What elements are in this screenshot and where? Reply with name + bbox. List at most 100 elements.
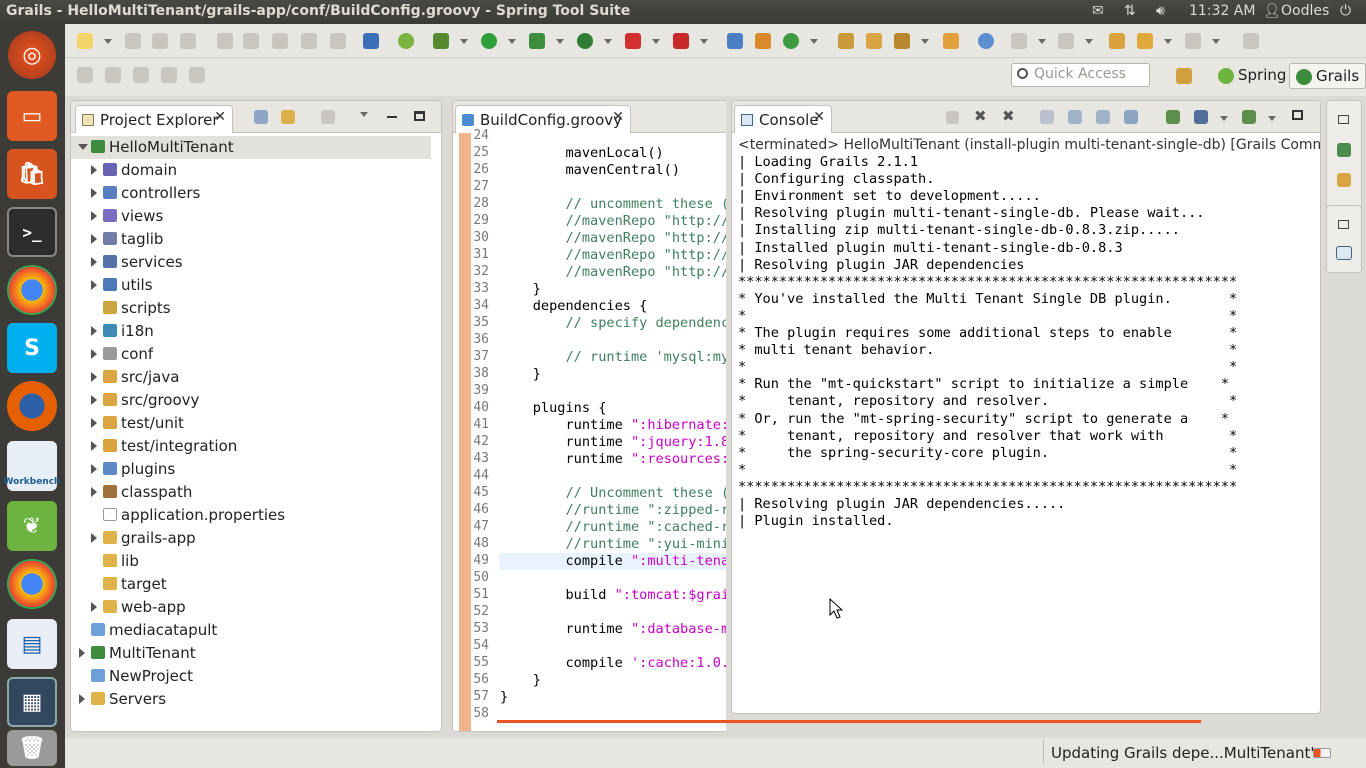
- collapse-arrow-icon[interactable]: [78, 144, 88, 150]
- open-resource-icon[interactable]: [866, 33, 882, 49]
- print-icon[interactable]: [180, 33, 196, 49]
- back-icon[interactable]: [1137, 33, 1153, 49]
- tree-item[interactable]: classpath: [71, 481, 431, 504]
- expand-arrow-icon[interactable]: [91, 349, 97, 359]
- tree-item[interactable]: target: [71, 573, 431, 596]
- user-icon[interactable]: 👤︎: [1263, 3, 1281, 19]
- trash-icon[interactable]: 🗑︎: [7, 730, 57, 766]
- close-icon[interactable]: ✕: [612, 109, 624, 125]
- run-dropdown-icon[interactable]: [508, 39, 516, 44]
- expand-arrow-icon[interactable]: [91, 257, 97, 267]
- tab-project-explorer[interactable]: Project Explorer ✕: [75, 105, 233, 133]
- next-annotation-dropdown-icon[interactable]: [1038, 39, 1046, 44]
- clock[interactable]: 11:32 AM: [1189, 3, 1255, 19]
- expand-arrow-icon[interactable]: [91, 372, 97, 382]
- forward-dropdown-icon[interactable]: [1212, 39, 1220, 44]
- volume-icon[interactable]: 🔊︎: [1156, 3, 1165, 19]
- new-server-icon[interactable]: [727, 33, 743, 49]
- tool-icon-1[interactable]: [217, 33, 233, 49]
- grails-icon[interactable]: [577, 33, 593, 49]
- last-edit-icon[interactable]: [1109, 33, 1125, 49]
- tree-item[interactable]: test/integration: [71, 435, 431, 458]
- ubuntu-dash-icon[interactable]: ◎: [8, 31, 56, 79]
- scroll-lock-icon[interactable]: [1068, 110, 1082, 124]
- firefox-icon[interactable]: [7, 381, 57, 431]
- expand-arrow-icon[interactable]: [91, 211, 97, 221]
- restore-icon[interactable]: [1338, 115, 1349, 124]
- expand-arrow-icon[interactable]: [91, 188, 97, 198]
- tree-item[interactable]: taglib: [71, 228, 431, 251]
- back-dropdown-icon[interactable]: [1164, 39, 1172, 44]
- network-icon[interactable]: ⇅: [1124, 3, 1136, 19]
- tool-icon-8[interactable]: [133, 67, 149, 83]
- restore-icon[interactable]: [1338, 220, 1349, 229]
- stop-icon[interactable]: [625, 33, 641, 49]
- expand-arrow-icon[interactable]: [91, 418, 97, 428]
- files-icon[interactable]: ▭: [7, 91, 57, 141]
- mail-icon[interactable]: ✉: [1092, 3, 1104, 19]
- new-dropdown-icon[interactable]: [104, 39, 112, 44]
- terminate-icon[interactable]: [946, 111, 959, 124]
- debug-dropdown-icon[interactable]: [460, 39, 468, 44]
- chrome-icon[interactable]: [7, 265, 57, 315]
- tree-item[interactable]: conf: [71, 343, 431, 366]
- save-all-icon[interactable]: [152, 33, 168, 49]
- chrome-icon-2[interactable]: [7, 559, 57, 609]
- expand-arrow-icon[interactable]: [91, 533, 97, 543]
- maximize-icon[interactable]: [414, 111, 425, 121]
- tab-console[interactable]: Console ✕: [734, 105, 832, 133]
- tree-item[interactable]: mediacatapult: [71, 619, 431, 642]
- open-type-icon[interactable]: [838, 33, 854, 49]
- restore-icon[interactable]: [1292, 110, 1303, 120]
- tree-item[interactable]: src/groovy: [71, 389, 431, 412]
- terminal-icon[interactable]: >_: [7, 207, 57, 257]
- link-with-editor-icon[interactable]: [281, 110, 295, 124]
- expand-arrow-icon[interactable]: [91, 464, 97, 474]
- debug-icon[interactable]: [433, 33, 449, 49]
- expand-arrow-icon[interactable]: [91, 165, 97, 175]
- launch-dropdown-icon[interactable]: [700, 39, 708, 44]
- prev-annotation-icon[interactable]: [1058, 33, 1074, 49]
- open-perspective-icon[interactable]: [1176, 68, 1192, 84]
- tree-item[interactable]: utils: [71, 274, 431, 297]
- pin-console-icon[interactable]: [1124, 110, 1138, 124]
- next-annotation-icon[interactable]: [1011, 33, 1027, 49]
- minimize-icon[interactable]: [387, 116, 397, 118]
- run-external-dropdown-icon[interactable]: [556, 39, 564, 44]
- perspective-spring-button[interactable]: Spring: [1212, 63, 1292, 89]
- tree-item[interactable]: application.properties: [71, 504, 431, 527]
- tree-item[interactable]: services: [71, 251, 431, 274]
- open-console-icon[interactable]: [1194, 110, 1208, 124]
- tree-item[interactable]: scripts: [71, 297, 431, 320]
- tree-item[interactable]: i18n: [71, 320, 431, 343]
- task-icon[interactable]: [943, 33, 959, 49]
- tree-item[interactable]: plugins: [71, 458, 431, 481]
- word-wrap-icon[interactable]: [1096, 110, 1110, 124]
- stop-dropdown-icon[interactable]: [652, 39, 660, 44]
- status-text[interactable]: Updating Grails depe...MultiTenant': [1051, 744, 1314, 762]
- expand-arrow-icon[interactable]: [91, 280, 97, 290]
- skype-icon[interactable]: S: [7, 323, 57, 373]
- grails-dropdown-icon[interactable]: [604, 39, 612, 44]
- tree-item[interactable]: domain: [71, 159, 431, 182]
- outline-view-icon[interactable]: [1337, 173, 1351, 187]
- spring-tool-suite-icon[interactable]: ❦: [7, 501, 57, 551]
- tree-item[interactable]: test/unit: [71, 412, 431, 435]
- view-menu-icon[interactable]: [360, 112, 368, 117]
- expand-arrow-icon[interactable]: [91, 487, 97, 497]
- tree-item[interactable]: src/java: [71, 366, 431, 389]
- tool-icon-7[interactable]: [105, 67, 121, 83]
- expand-arrow-icon[interactable]: [91, 441, 97, 451]
- search-dropdown-icon[interactable]: [921, 39, 929, 44]
- save-icon[interactable]: [125, 33, 141, 49]
- tree-item[interactable]: views: [71, 205, 431, 228]
- tree-item[interactable]: NewProject: [71, 665, 431, 688]
- refresh-icon[interactable]: [783, 33, 799, 49]
- tool-icon-6[interactable]: [77, 67, 93, 83]
- mysql-workbench-icon[interactable]: Workbench: [4, 441, 60, 491]
- servers-view-icon[interactable]: [1337, 143, 1351, 157]
- console-view-icon[interactable]: [1336, 246, 1352, 260]
- pin-editor-icon[interactable]: [1243, 33, 1259, 49]
- tree-item[interactable]: Servers: [71, 688, 431, 711]
- web-browser-icon[interactable]: [978, 33, 994, 49]
